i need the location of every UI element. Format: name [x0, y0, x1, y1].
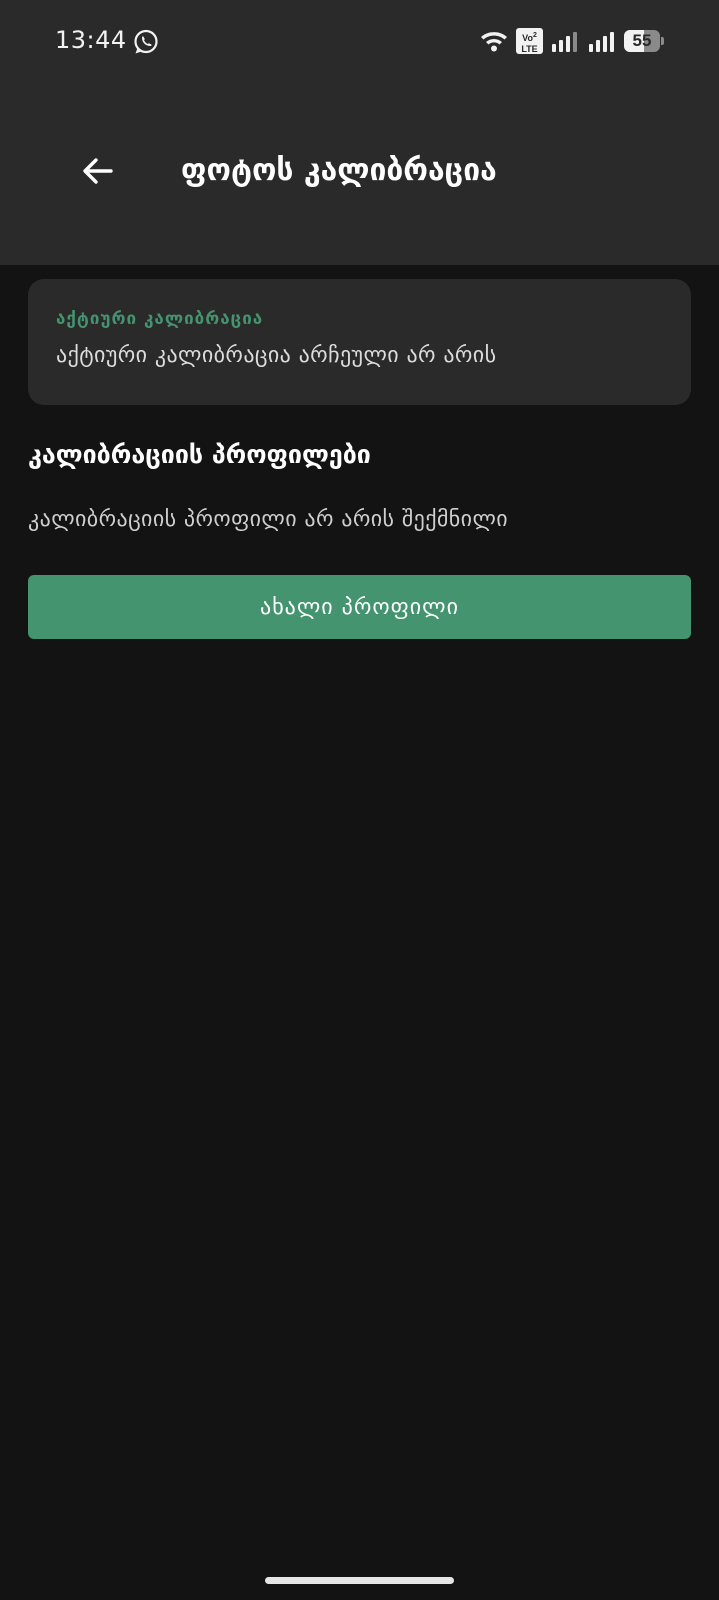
active-calibration-label: აქტიური კალიბრაცია — [56, 309, 264, 329]
active-calibration-value: აქტიური კალიბრაცია არჩეული არ არის — [56, 343, 497, 368]
arrow-left-icon — [83, 158, 113, 184]
volte-icon: Vo2 LTE — [516, 28, 543, 54]
signal-icon — [552, 32, 577, 52]
screen: 13:44 Vo2 LTE 55 ფოტოს კალიბრაცია აქტიურ… — [0, 0, 719, 1600]
page-title: ფოტოს კალიბრაცია — [181, 153, 497, 188]
signal-icon — [589, 32, 614, 52]
volte-sup: 2 — [532, 32, 537, 39]
battery-icon: 55 — [624, 30, 664, 52]
battery-level: 55 — [632, 31, 652, 50]
status-bar: 13:44 Vo2 LTE 55 — [0, 0, 719, 84]
back-button[interactable] — [70, 143, 126, 199]
profiles-empty-message: კალიბრაციის პროფილი არ არის შექმნილი — [28, 507, 509, 532]
wifi-icon — [481, 32, 507, 52]
battery-body: 55 — [624, 30, 660, 52]
gesture-bar[interactable] — [265, 1577, 454, 1584]
battery-tip — [661, 37, 664, 45]
active-calibration-card: აქტიური კალიბრაცია აქტიური კალიბრაცია არ… — [28, 279, 691, 405]
volte-line1: Vo — [522, 33, 533, 43]
status-time: 13:44 — [55, 26, 127, 54]
profiles-section-title: კალიბრაციის პროფილები — [28, 440, 371, 469]
whatsapp-icon — [134, 29, 158, 54]
volte-line2: LTE — [521, 44, 538, 54]
new-profile-button[interactable]: ახალი პროფილი — [28, 575, 691, 639]
app-bar: ფოტოს კალიბრაცია — [0, 84, 719, 265]
